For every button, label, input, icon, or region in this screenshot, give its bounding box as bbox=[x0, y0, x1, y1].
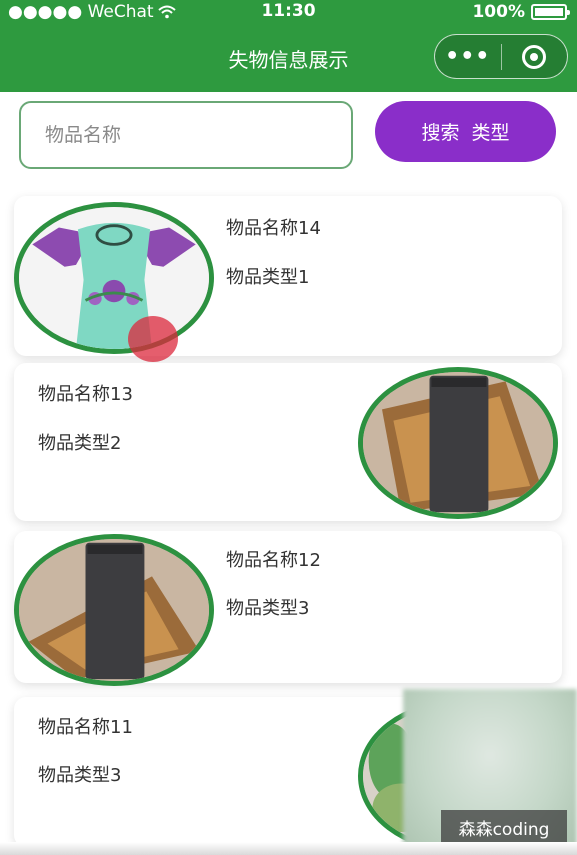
wallet-box-image bbox=[363, 372, 553, 514]
target-icon bbox=[522, 44, 547, 69]
mini-program-capsule: ••• bbox=[434, 34, 568, 79]
item-name: 物品名称12 bbox=[226, 550, 321, 571]
item-thumbnail bbox=[358, 367, 558, 519]
battery-percent: 100% bbox=[472, 2, 525, 22]
more-options-icon[interactable]: ••• bbox=[435, 44, 501, 69]
close-mini-program-button[interactable] bbox=[502, 44, 568, 69]
search-button-label: 搜索 bbox=[421, 122, 460, 144]
item-thumbnail bbox=[14, 534, 214, 686]
item-type: 物品类型3 bbox=[38, 765, 122, 786]
watermark-label: 森森coding bbox=[441, 810, 567, 844]
battery-icon bbox=[531, 4, 570, 20]
item-name: 物品名称13 bbox=[38, 384, 133, 405]
item-type: 物品类型2 bbox=[38, 433, 122, 454]
touch-indicator bbox=[128, 316, 178, 362]
type-button-label: 类型 bbox=[471, 122, 510, 144]
battery-status: 100% bbox=[472, 2, 570, 22]
nav-bar: 失物信息展示 ••• bbox=[0, 26, 577, 92]
item-type: 物品类型3 bbox=[226, 598, 310, 619]
item-type: 物品类型1 bbox=[226, 267, 310, 288]
search-type-button[interactable]: 搜索 类型 bbox=[375, 101, 556, 162]
status-bar: ●●●●● WeChat 11:30 100% bbox=[0, 0, 577, 26]
search-input[interactable] bbox=[19, 101, 353, 169]
bottom-edge bbox=[0, 842, 577, 855]
wallet-box-image bbox=[19, 539, 209, 681]
item-name: 物品名称11 bbox=[38, 717, 133, 738]
embroidered-dress-image bbox=[19, 207, 209, 349]
item-thumbnail bbox=[14, 202, 214, 354]
item-name: 物品名称14 bbox=[226, 218, 321, 239]
